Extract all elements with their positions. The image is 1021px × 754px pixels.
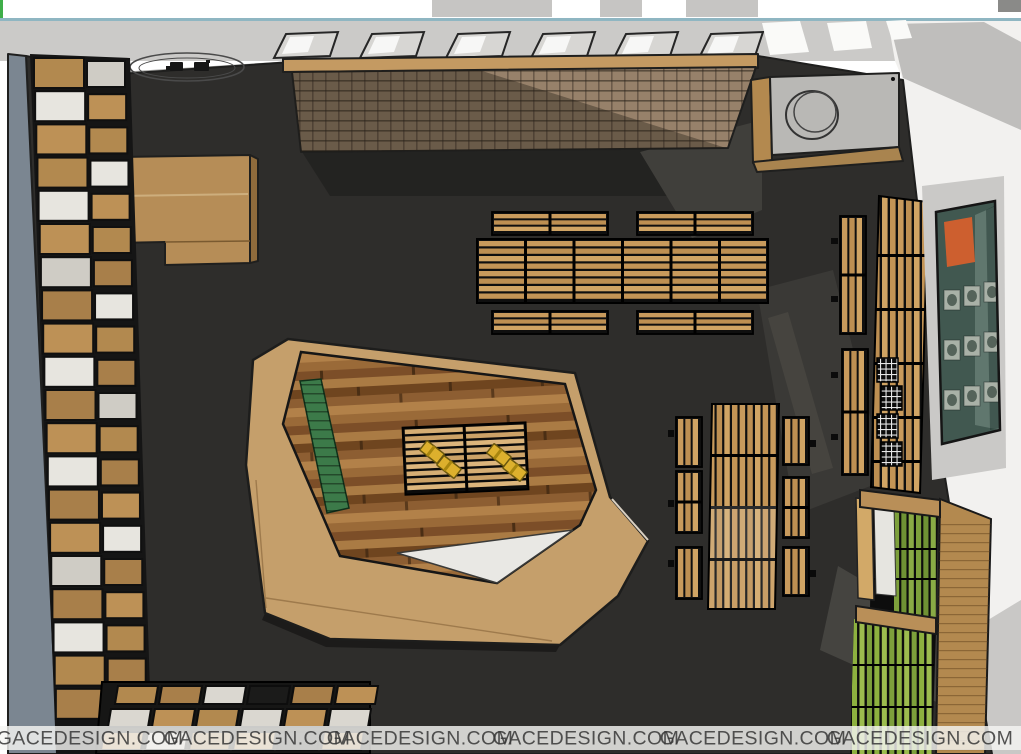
watermark-text: GACEDESIGN.COM <box>493 728 680 750</box>
canopy-panel <box>283 54 758 152</box>
watermark-text: GACEDESIGN.COM <box>327 728 514 750</box>
shelf-side-panel <box>936 499 991 754</box>
mesh-chair <box>877 358 898 382</box>
counter-top <box>770 73 899 155</box>
render-viewport: GACEDESIGN.COM GACEDESIGN.COM GACEDESIGN… <box>0 0 1021 754</box>
watermark-text: GACEDESIGN.COM <box>164 728 351 750</box>
section-plane-line <box>0 18 1021 21</box>
mesh-chair <box>881 442 902 466</box>
watermark-bar: GACEDESIGN.COM GACEDESIGN.COM GACEDESIGN… <box>0 726 1021 750</box>
mesh-chair <box>881 386 902 410</box>
mesh-chair <box>877 414 898 438</box>
poster-logo-square <box>944 217 975 267</box>
light-patch <box>827 21 872 51</box>
oval-glyph-right <box>194 62 209 71</box>
corner-shade <box>998 0 1021 12</box>
watermark-text: GACEDESIGN.COM <box>660 728 847 750</box>
oval-glyph-left <box>170 62 183 71</box>
watermark-text: GACEDESIGN.COM <box>0 728 183 750</box>
interior-render: GACEDESIGN.COM GACEDESIGN.COM GACEDESIGN… <box>0 0 1021 754</box>
watermark-text: GACEDESIGN.COM <box>827 728 1014 750</box>
menu-poster <box>936 201 1000 444</box>
table-group-vertical <box>668 404 816 609</box>
green-shelf-unit <box>850 490 992 754</box>
